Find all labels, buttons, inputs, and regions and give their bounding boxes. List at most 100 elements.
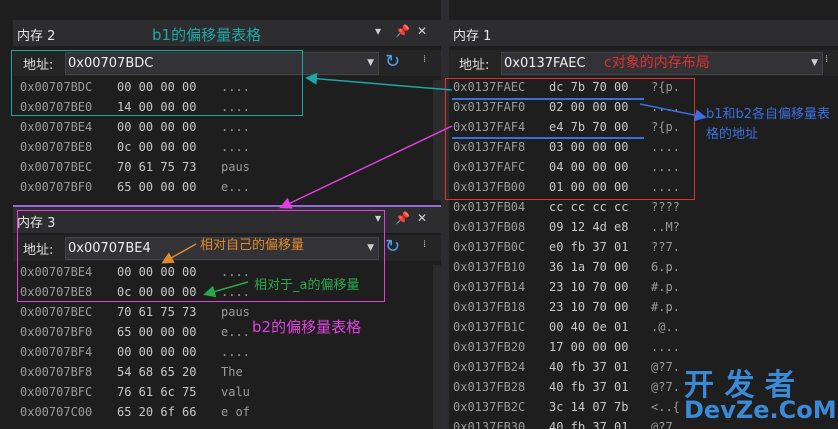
memory-row[interactable]: 0x0137FB1C 00 40 0e 01 .@..: [449, 318, 838, 338]
b2-table-label: b2的偏移量表格: [252, 318, 362, 336]
memory-row-ascii: paus: [221, 305, 250, 319]
memory-row[interactable]: 0x00707BE8 0c 00 00 00....: [13, 138, 441, 158]
close-icon[interactable]: ✕: [417, 211, 427, 225]
memory-row[interactable]: 0x0137FB14 23 10 70 00 #.p.: [449, 278, 838, 298]
pane-divider[interactable]: [441, 0, 449, 429]
memory-row-address: 0x00707BF8: [20, 365, 93, 379]
c-row0-underline: [452, 98, 644, 100]
b1-table-label: b1的偏移量表格: [152, 26, 262, 44]
memory-row-bytes: 00 00 00 00: [117, 345, 197, 359]
memory-row-ascii: e of: [221, 405, 250, 419]
memory-row-ascii: ....: [651, 340, 680, 354]
memory-row-bytes: 00 40 0e 01: [549, 320, 629, 334]
memory-row-address: 0x0137FB1C: [453, 320, 526, 334]
close-icon[interactable]: ✕: [417, 24, 427, 38]
memory-row[interactable]: 0x0137FB18 23 10 70 00 #.p.: [449, 298, 838, 318]
memory-row-address: 0x0137FB20: [453, 340, 526, 354]
memory-row-ascii: valu: [221, 385, 250, 399]
memory-row-bytes: 40 fb 37 01: [549, 420, 629, 429]
dropdown-icon[interactable]: ▾: [375, 24, 381, 38]
b1-b2-address-label: b1和b2各自偏移量表格的地址: [706, 107, 831, 142]
memory-row[interactable]: 0x0137FB0C e0 fb 37 01 ??7.: [449, 238, 838, 258]
memory-row-bytes: 0c 00 00 00: [117, 140, 197, 154]
memory-row-bytes: 65 00 00 00: [117, 325, 197, 339]
memory-row-bytes: 76 61 6c 75: [117, 385, 197, 399]
memory-row[interactable]: 0x00707BF4 00 00 00 00....: [13, 343, 441, 363]
relative-self-label: 相对自己的偏移量: [200, 238, 305, 253]
columns-toggle-icon[interactable]: ⁞: [825, 54, 829, 65]
memory-row-address: 0x00707BF4: [20, 345, 93, 359]
memory-row-address: 0x0137FB10: [453, 260, 526, 274]
memory-row-address: 0x0137FB04: [453, 200, 526, 214]
memory-row-ascii: ??7.: [651, 240, 680, 254]
columns-toggle-icon[interactable]: ⁞: [423, 54, 427, 65]
memory-row-bytes: 23 10 70 00: [549, 300, 629, 314]
memory-row-ascii: 6.p.: [651, 260, 680, 274]
memory-2-title: 内存 2: [17, 29, 56, 44]
columns-toggle-icon[interactable]: ⁞: [423, 239, 427, 250]
b1-table-highlight-box: [11, 50, 303, 116]
c-layout-label: c对象的内存布局: [604, 55, 710, 71]
memory-row-bytes: 17 00 00 00: [549, 340, 629, 354]
memory-row[interactable]: 0x00707BE4 00 00 00 00....: [13, 118, 441, 138]
memory-row-address: 0x00707BF0: [20, 180, 93, 194]
memory-row-address: 0x00707BE4: [20, 120, 93, 134]
memory-row-bytes: 3c 14 07 7b: [549, 400, 629, 414]
memory-row-ascii: The: [221, 365, 250, 379]
memory-row-bytes: 65 00 00 00: [117, 180, 197, 194]
c-row2-underline: [452, 137, 644, 139]
pin-icon[interactable]: 📌: [395, 211, 410, 225]
watermark-line2: DevZe.CoM: [684, 396, 837, 424]
memory-row[interactable]: 0x00707BFC 76 61 6c 75 valu: [13, 383, 441, 403]
memory-row[interactable]: 0x00707BF0 65 00 00 00 e...: [13, 178, 441, 198]
refresh-icon[interactable]: ↻: [385, 236, 400, 257]
memory-row[interactable]: 0x00707BF0 65 00 00 00 e...: [13, 323, 441, 343]
memory-row-address: 0x00707BE8: [20, 140, 93, 154]
pin-icon[interactable]: 📌: [395, 24, 410, 38]
memory-row-address: 0x00707BEC: [20, 305, 93, 319]
memory-row-address: 0x00707BF0: [20, 325, 93, 339]
memory-row-ascii: @?7.: [651, 380, 680, 394]
memory-row[interactable]: 0x00707BEC 70 61 75 73 paus: [13, 158, 441, 178]
memory-row[interactable]: 0x0137FB10 36 1a 70 00 6.p.: [449, 258, 838, 278]
memory-row-address: 0x0137FB30: [453, 420, 526, 429]
memory-row-bytes: cc cc cc cc: [549, 200, 629, 214]
memory-row-bytes: 54 68 65 20: [117, 365, 197, 379]
memory-row-ascii: ....: [221, 120, 250, 134]
address-label: 地址:: [459, 58, 490, 73]
c-layout-highlight-box: [445, 78, 695, 200]
memory-row-ascii: paus: [221, 160, 250, 174]
memory-row-ascii: @?7.: [651, 360, 680, 374]
memory-row-ascii: ....: [221, 140, 250, 154]
memory-row-bytes: 70 61 75 73: [117, 160, 197, 174]
chevron-down-icon[interactable]: ▼: [367, 53, 374, 74]
memory-row[interactable]: 0x0137FB04 cc cc cc cc????: [449, 198, 838, 218]
memory-row-bytes: 70 61 75 73: [117, 305, 197, 319]
memory-row-ascii: e...: [221, 325, 250, 339]
memory-row-bytes: 40 fb 37 01: [549, 380, 629, 394]
memory-row-bytes: e0 fb 37 01: [549, 240, 629, 254]
memory-row-address: 0x0137FB24: [453, 360, 526, 374]
memory-row-address: 0x00707BEC: [20, 160, 93, 174]
memory-2-scrollbar[interactable]: [433, 80, 441, 200]
chevron-down-icon[interactable]: ▼: [811, 53, 818, 74]
memory-row-bytes: 09 12 4d e8: [549, 220, 629, 234]
memory-row-address: 0x0137FB08: [453, 220, 526, 234]
memory-row[interactable]: 0x00707BF8 54 68 65 20 The: [13, 363, 441, 383]
relative-a-label: 相对于_a的偏移量: [254, 278, 360, 293]
memory-row-bytes: 23 10 70 00: [549, 280, 629, 294]
memory-row[interactable]: 0x0137FB20 17 00 00 00....: [449, 338, 838, 358]
memory-row[interactable]: 0x0137FB08 09 12 4d e8 ..M?: [449, 218, 838, 238]
memory-row-address: 0x0137FB14: [453, 280, 526, 294]
memory-row-bytes: 36 1a 70 00: [549, 260, 629, 274]
memory-row-ascii: e...: [221, 180, 250, 194]
memory-1-titlebar: 内存 1: [449, 20, 838, 46]
memory-row[interactable]: 0x00707C00 65 20 6f 66 e of: [13, 403, 441, 423]
refresh-icon[interactable]: ↻: [385, 51, 400, 72]
memory-row-ascii: .@..: [651, 320, 680, 334]
memory-3-scrollbar[interactable]: [433, 265, 441, 429]
memory-row-ascii: ..M?: [651, 220, 680, 234]
memory-row-bytes: 00 00 00 00: [117, 120, 197, 134]
memory-row-address: 0x0137FB0C: [453, 240, 526, 254]
memory-row[interactable]: 0x00707BEC 70 61 75 73 paus: [13, 303, 441, 323]
